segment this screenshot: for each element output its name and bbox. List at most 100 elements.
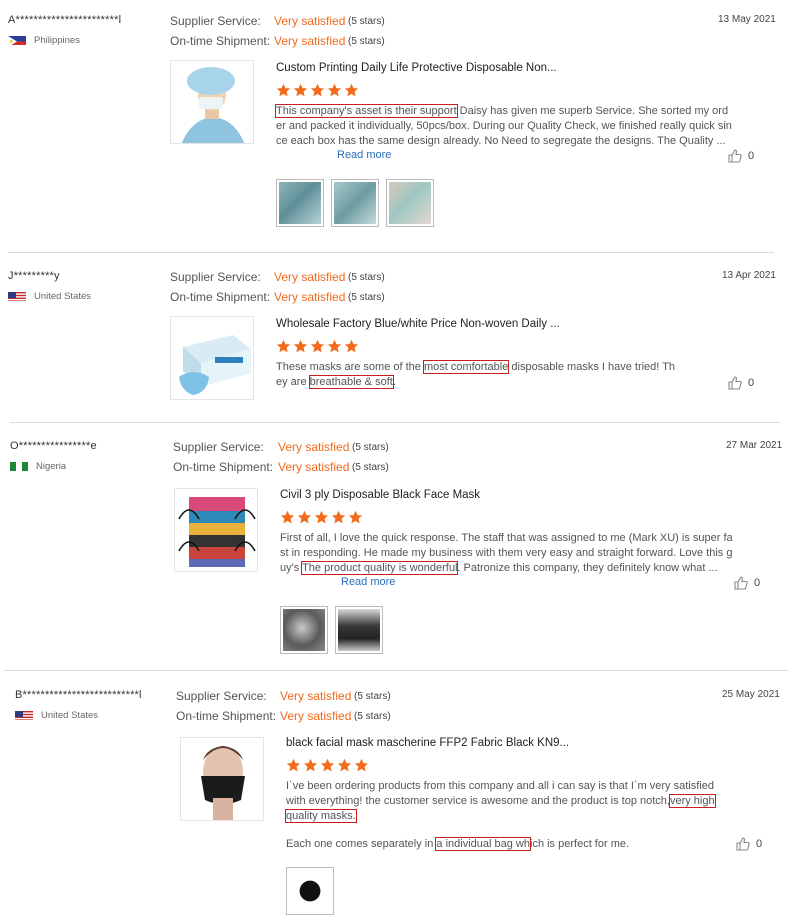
star-icon	[280, 510, 295, 525]
star-icon	[293, 83, 308, 98]
flag-us-icon	[8, 290, 26, 301]
flag-us-icon	[15, 709, 33, 720]
star-icon	[331, 510, 346, 525]
supplier-service-label: Supplier Service:	[170, 270, 261, 284]
flag-nigeria-icon	[10, 460, 28, 471]
ontime-shipment-count: (5 stars)	[354, 711, 391, 722]
review-text: This company's asset is their support Da…	[275, 104, 732, 149]
review-photo[interactable]	[286, 867, 334, 915]
review-text: These masks are some of the most comfort…	[276, 360, 680, 390]
highlight: most comfortable	[422, 360, 510, 374]
highlight: The product quality is wonderful	[301, 561, 459, 575]
star-icon	[344, 83, 359, 98]
rating-stars	[276, 339, 359, 354]
reviewer-country: United States	[34, 291, 92, 302]
text-part: I`ve been ordering products from this co…	[286, 780, 714, 807]
highlight: breathable & soft	[308, 375, 394, 389]
review-photo[interactable]	[386, 179, 434, 227]
product-image[interactable]	[174, 488, 258, 572]
text-part: . Patronize this company, they definitel…	[457, 562, 718, 574]
product-image[interactable]	[170, 316, 254, 400]
star-icon	[310, 339, 325, 354]
rating-stars	[286, 758, 369, 773]
product-image[interactable]	[180, 737, 264, 821]
ontime-shipment-value: Very satisfied	[280, 709, 352, 723]
ontime-shipment-label: On-time Shipment:	[170, 290, 271, 304]
supplier-service-label: Supplier Service:	[173, 440, 264, 454]
read-more-link[interactable]: Read more	[341, 576, 395, 588]
like-button[interactable]: 0	[736, 837, 762, 851]
supplier-service-count: (5 stars)	[348, 16, 385, 27]
thumbs-up-icon	[728, 376, 742, 390]
review-photo[interactable]	[276, 179, 324, 227]
reviewer-country: Philippines	[34, 35, 80, 46]
review-text: I`ve been ordering products from this co…	[285, 779, 716, 824]
divider	[8, 252, 774, 253]
review-photo[interactable]	[280, 606, 328, 654]
supplier-service-label: Supplier Service:	[176, 689, 267, 703]
like-count: 0	[748, 377, 755, 389]
reviewer-country: Nigeria	[36, 461, 67, 472]
supplier-service-count: (5 stars)	[352, 442, 389, 453]
text-part: These masks are some of the	[276, 361, 424, 373]
flag-philippines-icon	[8, 34, 26, 45]
reviewer-name: B**************************l	[15, 689, 142, 701]
like-button[interactable]: 0	[728, 149, 754, 163]
reviewer-name: O****************e	[10, 440, 97, 452]
product-image[interactable]	[170, 60, 254, 144]
ontime-shipment-value: Very satisfied	[278, 460, 350, 474]
highlight: This company's asset is their support	[275, 104, 458, 118]
ontime-shipment-label: On-time Shipment:	[176, 709, 277, 723]
text-part: Each one comes separately in	[286, 838, 437, 850]
like-count: 0	[754, 577, 761, 589]
star-icon	[327, 339, 342, 354]
reviewer-name: J*********y	[8, 270, 60, 282]
thumbs-up-icon	[728, 149, 742, 163]
divider	[4, 670, 788, 671]
star-icon	[276, 83, 291, 98]
like-button[interactable]: 0	[728, 376, 754, 390]
ontime-shipment-count: (5 stars)	[352, 462, 389, 473]
star-icon	[320, 758, 335, 773]
supplier-service-count: (5 stars)	[348, 272, 385, 283]
supplier-service-value: Very satisfied	[274, 14, 346, 28]
like-button[interactable]: 0	[734, 576, 760, 590]
product-title[interactable]: black facial mask mascherine FFP2 Fabric…	[286, 737, 569, 749]
star-icon	[314, 510, 329, 525]
star-icon	[276, 339, 291, 354]
star-icon	[286, 758, 301, 773]
product-title[interactable]: Civil 3 ply Disposable Black Face Mask	[280, 489, 480, 501]
read-more-link[interactable]: Read more	[337, 149, 391, 161]
supplier-service-value: Very satisfied	[274, 270, 346, 284]
review-date: 13 May 2021	[718, 14, 776, 25]
star-icon	[327, 83, 342, 98]
rating-stars	[276, 83, 359, 98]
star-icon	[297, 510, 312, 525]
star-icon	[344, 339, 359, 354]
supplier-service-count: (5 stars)	[354, 691, 391, 702]
star-icon	[303, 758, 318, 773]
star-icon	[348, 510, 363, 525]
ontime-shipment-label: On-time Shipment:	[173, 460, 274, 474]
review-photo[interactable]	[331, 179, 379, 227]
text-part: .	[392, 376, 396, 388]
like-count: 0	[756, 838, 763, 850]
star-icon	[293, 339, 308, 354]
thumbs-up-icon	[734, 576, 748, 590]
ontime-shipment-count: (5 stars)	[348, 292, 385, 303]
product-title[interactable]: Custom Printing Daily Life Protective Di…	[276, 62, 557, 74]
review-text: First of all, I love the quick response.…	[280, 531, 736, 576]
review-photo[interactable]	[335, 606, 383, 654]
rating-stars	[280, 510, 363, 525]
like-count: 0	[748, 150, 755, 162]
review-text-continued: Each one comes separately in a individua…	[286, 837, 716, 852]
star-icon	[337, 758, 352, 773]
supplier-service-value: Very satisfied	[278, 440, 350, 454]
star-icon	[354, 758, 369, 773]
supplier-service-label: Supplier Service:	[170, 14, 261, 28]
review-date: 13 Apr 2021	[722, 270, 776, 281]
ontime-shipment-count: (5 stars)	[348, 36, 385, 47]
ontime-shipment-value: Very satisfied	[274, 290, 346, 304]
product-title[interactable]: Wholesale Factory Blue/white Price Non-w…	[276, 318, 560, 330]
highlight: a individual bag wh	[435, 837, 531, 851]
